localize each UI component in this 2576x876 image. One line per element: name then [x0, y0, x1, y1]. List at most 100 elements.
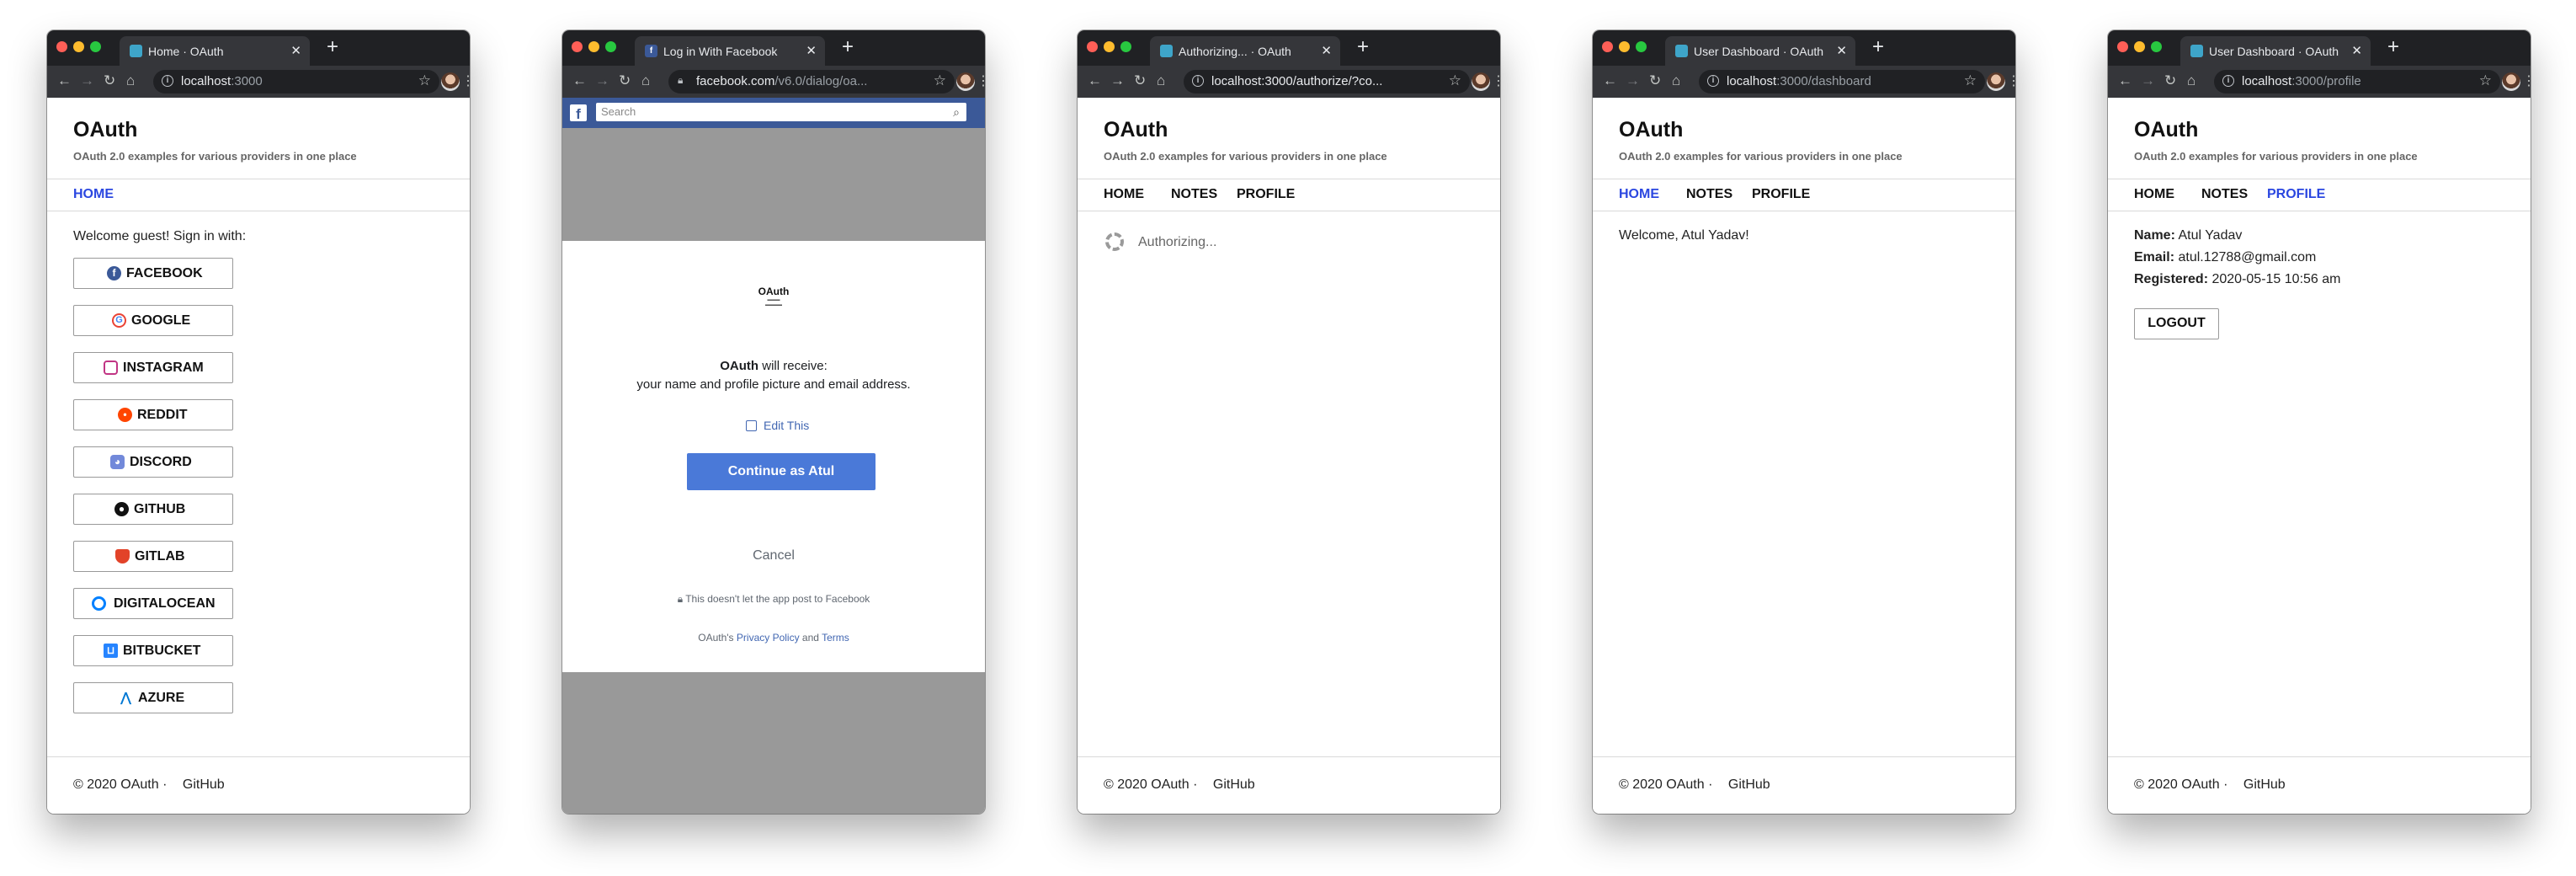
forward-arrow-icon[interactable]: → [595, 72, 609, 89]
back-arrow-icon[interactable]: ← [57, 72, 72, 89]
reload-icon[interactable]: ↻ [104, 72, 115, 89]
new-tab-button[interactable]: + [842, 36, 854, 58]
address-url[interactable]: facebook.com/v6.0/dialog/oa... [696, 74, 911, 88]
site-brand[interactable]: OAuth [1104, 118, 1168, 142]
azure-login-button[interactable]: ⋀ AZURE [73, 682, 233, 713]
address-url[interactable]: localhost:3000/profile [2242, 74, 2456, 88]
facebook-login-button[interactable]: f FACEBOOK [73, 258, 233, 289]
bookmark-star-icon[interactable]: ☆ [418, 72, 431, 89]
facebook-logo-icon[interactable]: f [570, 104, 587, 122]
maximize-window-button[interactable] [1636, 41, 1647, 52]
address-bar[interactable]: i localhost:3000/dashboard ☆ [1699, 70, 1985, 93]
tab-close-icon[interactable]: ✕ [1321, 43, 1332, 58]
footer-github-link[interactable]: GitHub [183, 777, 225, 792]
forward-arrow-icon[interactable]: → [2141, 72, 2155, 89]
minimize-window-button[interactable] [1619, 41, 1630, 52]
address-bar[interactable]: i localhost:3000/authorize/?co... ☆ [1184, 70, 1470, 93]
back-arrow-icon[interactable]: ← [1603, 72, 1617, 89]
profile-avatar[interactable] [956, 72, 975, 91]
bookmark-star-icon[interactable]: ☆ [1964, 72, 1977, 89]
site-info-icon[interactable]: i [1192, 75, 1204, 87]
close-window-button[interactable] [56, 41, 67, 52]
nav-notes[interactable]: NOTES [1171, 187, 1217, 202]
footer-github-link[interactable]: GitHub [1728, 777, 1770, 792]
site-brand[interactable]: OAuth [1619, 118, 1683, 142]
nav-profile[interactable]: PROFILE [1237, 187, 1295, 202]
address-url[interactable]: localhost:3000 [181, 74, 396, 88]
profile-avatar[interactable] [1472, 72, 1490, 91]
site-info-icon[interactable]: i [1707, 75, 1719, 87]
maximize-window-button[interactable] [605, 41, 616, 52]
bookmark-star-icon[interactable]: ☆ [2479, 72, 2492, 89]
edit-permissions-link[interactable]: Edit This [746, 419, 809, 432]
footer-github-link[interactable]: GitHub [2243, 777, 2286, 792]
nav-home[interactable]: HOME [1619, 187, 1659, 202]
discord-login-button[interactable]: ◕ DISCORD [73, 446, 233, 478]
forward-arrow-icon[interactable]: → [80, 72, 94, 89]
profile-avatar[interactable] [2502, 72, 2520, 91]
facebook-search-input[interactable]: Search ⌕ [596, 103, 966, 121]
profile-avatar[interactable] [441, 72, 460, 91]
reload-icon[interactable]: ↻ [2164, 72, 2176, 89]
tab-close-icon[interactable]: ✕ [290, 43, 301, 58]
browser-tab[interactable]: f Log in With Facebook ✕ [635, 36, 825, 66]
reload-icon[interactable]: ↻ [1649, 72, 1661, 89]
home-icon[interactable]: ⌂ [2187, 72, 2195, 89]
browser-menu-icon[interactable]: ⋮ [1492, 72, 1500, 89]
site-brand[interactable]: OAuth [73, 118, 137, 142]
nav-notes[interactable]: NOTES [2201, 187, 2248, 202]
browser-menu-icon[interactable]: ⋮ [461, 72, 470, 89]
browser-tab[interactable]: Home · OAuth ✕ [120, 36, 310, 66]
maximize-window-button[interactable] [1120, 41, 1131, 52]
minimize-window-button[interactable] [588, 41, 599, 52]
address-bar[interactable]: i localhost:3000 ☆ [153, 70, 439, 93]
profile-avatar[interactable] [1987, 72, 2005, 91]
home-icon[interactable]: ⌂ [126, 72, 135, 89]
browser-menu-icon[interactable]: ⋮ [2522, 72, 2531, 89]
digitalocean-login-button[interactable]: DIGITALOCEAN [73, 588, 233, 619]
site-brand[interactable]: OAuth [2134, 118, 2198, 142]
reload-icon[interactable]: ↻ [1134, 72, 1146, 89]
google-login-button[interactable]: G GOOGLE [73, 305, 233, 336]
nav-notes[interactable]: NOTES [1686, 187, 1732, 202]
nav-profile[interactable]: PROFILE [2267, 187, 2325, 202]
new-tab-button[interactable]: + [327, 36, 338, 58]
nav-home[interactable]: HOME [2134, 187, 2174, 202]
close-window-button[interactable] [572, 41, 583, 52]
minimize-window-button[interactable] [1104, 41, 1115, 52]
bookmark-star-icon[interactable]: ☆ [934, 72, 946, 89]
browser-menu-icon[interactable]: ⋮ [2007, 72, 2015, 89]
nav-home[interactable]: HOME [73, 187, 114, 202]
site-info-icon[interactable]: i [162, 75, 173, 87]
home-icon[interactable]: ⌂ [641, 72, 650, 89]
tab-close-icon[interactable]: ✕ [2351, 43, 2362, 58]
close-window-button[interactable] [1087, 41, 1098, 52]
footer-github-link[interactable]: GitHub [1213, 777, 1255, 792]
close-window-button[interactable] [2117, 41, 2128, 52]
nav-profile[interactable]: PROFILE [1752, 187, 1810, 202]
new-tab-button[interactable]: + [1872, 36, 1884, 58]
minimize-window-button[interactable] [2134, 41, 2145, 52]
browser-tab[interactable]: User Dashboard · OAuth ✕ [1665, 36, 1855, 66]
terms-link[interactable]: Terms [822, 632, 849, 644]
nav-home[interactable]: HOME [1104, 187, 1144, 202]
reddit-login-button[interactable]: • REDDIT [73, 399, 233, 430]
new-tab-button[interactable]: + [1357, 36, 1369, 58]
github-login-button[interactable]: ● GITHUB [73, 494, 233, 525]
lock-icon[interactable]: 🔒︎ [678, 74, 683, 87]
browser-tab[interactable]: User Dashboard · OAuth ✕ [2180, 36, 2371, 66]
back-arrow-icon[interactable]: ← [2118, 72, 2132, 89]
home-icon[interactable]: ⌂ [1672, 72, 1680, 89]
maximize-window-button[interactable] [2151, 41, 2162, 52]
minimize-window-button[interactable] [73, 41, 84, 52]
gitlab-login-button[interactable]: GITLAB [73, 541, 233, 572]
logout-button[interactable]: LOGOUT [2134, 308, 2219, 339]
browser-menu-icon[interactable]: ⋮ [977, 72, 985, 89]
bitbucket-login-button[interactable]: ⊔ BITBUCKET [73, 635, 233, 666]
tab-close-icon[interactable]: ✕ [806, 43, 817, 58]
privacy-policy-link[interactable]: Privacy Policy [737, 632, 800, 644]
instagram-login-button[interactable]: INSTAGRAM [73, 352, 233, 383]
back-arrow-icon[interactable]: ← [572, 72, 587, 89]
continue-button[interactable]: Continue as Atul [687, 453, 876, 490]
close-window-button[interactable] [1602, 41, 1613, 52]
